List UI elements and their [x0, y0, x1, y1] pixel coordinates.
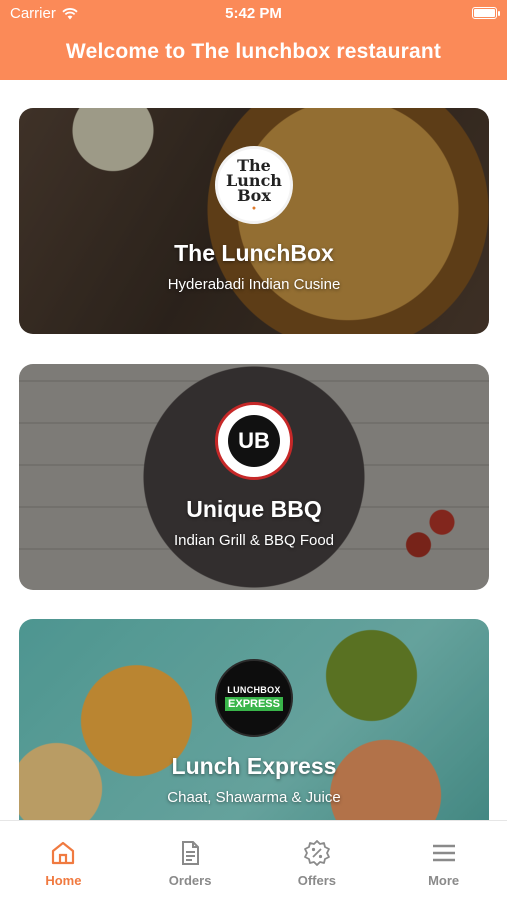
page-title: Welcome to The lunchbox restaurant — [65, 40, 442, 63]
battery-icon — [472, 7, 500, 19]
restaurant-card-lunchbox[interactable]: The Lunch Box ● The LunchBox Hyderabadi … — [19, 108, 489, 334]
tab-orders[interactable]: Orders — [127, 821, 254, 900]
status-time: 5:42 PM — [225, 5, 282, 22]
logo-text-bottom: EXPRESS — [225, 697, 283, 711]
restaurant-name: Lunch Express — [171, 753, 337, 779]
restaurant-cuisine: Indian Grill & BBQ Food — [173, 532, 335, 549]
logo-text: The Lunch Box — [226, 156, 282, 205]
restaurant-logo: LUNCHBOX EXPRESS — [215, 659, 293, 737]
logo-text: UB — [228, 415, 280, 467]
tab-more[interactable]: More — [380, 821, 507, 900]
tab-home[interactable]: Home — [0, 821, 127, 900]
restaurant-logo: UB — [215, 402, 293, 480]
status-bar: Carrier 5:42 PM — [0, 0, 507, 28]
tab-label: Home — [45, 873, 82, 888]
logo-text-top: LUNCHBOX — [227, 685, 281, 695]
restaurant-cuisine: Hyderabadi Indian Cusine — [167, 276, 341, 293]
restaurant-logo: The Lunch Box ● — [215, 146, 293, 224]
restaurant-card-lunch-express[interactable]: LUNCHBOX EXPRESS Lunch Express Chaat, Sh… — [19, 619, 489, 845]
menu-icon — [432, 844, 455, 862]
tab-label: More — [428, 873, 460, 888]
tab-label: Offers — [297, 873, 337, 888]
app-screen: Carrier 5:42 PM Welcome to The lunchbox … — [0, 0, 507, 900]
restaurant-cuisine: Chaat, Shawarma & Juice — [167, 789, 341, 806]
tab-bar: Home Orders Offers More — [0, 820, 507, 900]
restaurant-name: Unique BBQ — [186, 496, 322, 522]
tab-label: Orders — [168, 873, 212, 888]
tab-offers[interactable]: Offers — [254, 821, 381, 900]
restaurant-name: The LunchBox — [174, 240, 334, 266]
offers-icon — [303, 840, 330, 866]
header: Carrier 5:42 PM Welcome to The lunchbox … — [0, 0, 507, 80]
orders-icon — [182, 841, 200, 865]
home-icon — [52, 841, 75, 865]
restaurant-card-unique-bbq[interactable]: UB Unique BBQ Indian Grill & BBQ Food — [19, 364, 489, 590]
status-right — [472, 7, 500, 19]
